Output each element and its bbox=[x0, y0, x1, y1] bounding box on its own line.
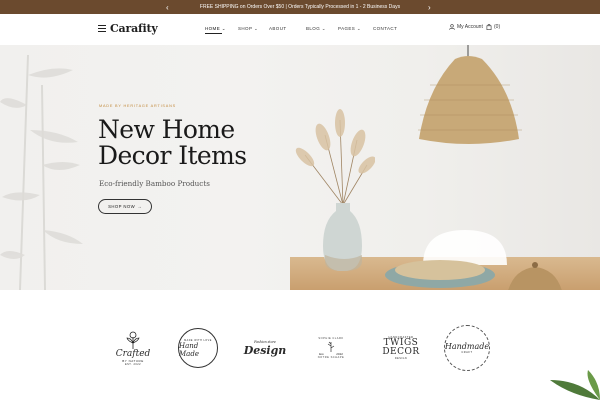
announcement-text: FREE SHIPPING on Orders Over $50 | Order… bbox=[199, 4, 401, 10]
brand-logos-row: Crafted BY NATURE EST. 2022 MADE WITH LO… bbox=[0, 290, 600, 400]
cart-link[interactable]: (0) bbox=[486, 24, 500, 30]
rattan-pendant-lamp bbox=[418, 45, 522, 144]
announcement-bar: ‹ FREE SHIPPING on Orders Over $50 | Ord… bbox=[0, 0, 600, 14]
site-logo[interactable]: Carafity bbox=[110, 22, 158, 35]
chevron-down-icon: ⌄ bbox=[321, 26, 326, 31]
flower-icon bbox=[126, 331, 140, 349]
brand-logo-design[interactable]: Fashion store Design bbox=[242, 318, 288, 378]
brand-logo-twigs-decor[interactable]: HANDCRAFTED TWIGS DECOR DESIGN bbox=[376, 318, 426, 378]
sprig-icon bbox=[327, 341, 335, 352]
brand-logo-crafted-by-nature[interactable]: Crafted BY NATURE EST. 2022 bbox=[110, 318, 156, 378]
chevron-down-icon: ⌄ bbox=[356, 26, 362, 31]
nav-home[interactable]: HOME ⌄ bbox=[205, 26, 226, 34]
menu-icon[interactable] bbox=[98, 25, 106, 32]
site-header: Carafity HOME ⌄ SHOP ⌄ ABOUT BLOG ⌄ PAGE… bbox=[0, 14, 600, 45]
active-underline bbox=[205, 33, 222, 34]
hero-title: New Home Decor Items bbox=[98, 115, 247, 170]
arrow-right-icon: → bbox=[137, 204, 142, 209]
cart-count: (0) bbox=[494, 24, 501, 30]
bamboo-leaves-decoration bbox=[0, 54, 83, 290]
nav-blog[interactable]: BLOG ⌄ bbox=[306, 26, 326, 32]
chevron-down-icon: ⌄ bbox=[253, 26, 259, 31]
nav-contact[interactable]: CONTACT bbox=[373, 26, 397, 31]
user-icon bbox=[449, 24, 455, 30]
nav-pages[interactable]: PAGES ⌄ bbox=[338, 26, 361, 32]
brand-logo-handmade-craft[interactable]: Handmade CRAFT bbox=[440, 318, 494, 378]
hero-kicker: MADE BY HERITAGE ARTISANS bbox=[99, 104, 176, 108]
woven-basket-dome bbox=[508, 262, 562, 290]
nav-about[interactable]: ABOUT bbox=[269, 26, 287, 31]
bag-icon bbox=[486, 24, 492, 30]
hero-subtitle: Eco-friendly Bamboo Products bbox=[99, 179, 210, 188]
hero-banner: MADE BY HERITAGE ARTISANS New Home Decor… bbox=[0, 45, 600, 290]
my-account-link[interactable]: My Account bbox=[449, 24, 483, 30]
chevron-left-icon[interactable]: ‹ bbox=[166, 0, 169, 14]
serving-tray bbox=[385, 260, 495, 288]
brand-logo-hand-made[interactable]: MADE WITH LOVE Hand Made bbox=[172, 318, 224, 378]
shop-now-button[interactable]: SHOP NOW → bbox=[98, 199, 152, 214]
plant-leaves-decoration bbox=[550, 370, 600, 400]
nav-shop[interactable]: SHOP ⌄ bbox=[238, 26, 258, 32]
vase-with-dried-pampas bbox=[295, 109, 375, 271]
chevron-down-icon: ⌄ bbox=[221, 26, 226, 31]
brand-logo-sophie-clark[interactable]: SOPHIE CLARK Est. 2022 NOTRE SCHAPE bbox=[306, 318, 356, 378]
chevron-right-icon[interactable]: › bbox=[428, 0, 431, 14]
